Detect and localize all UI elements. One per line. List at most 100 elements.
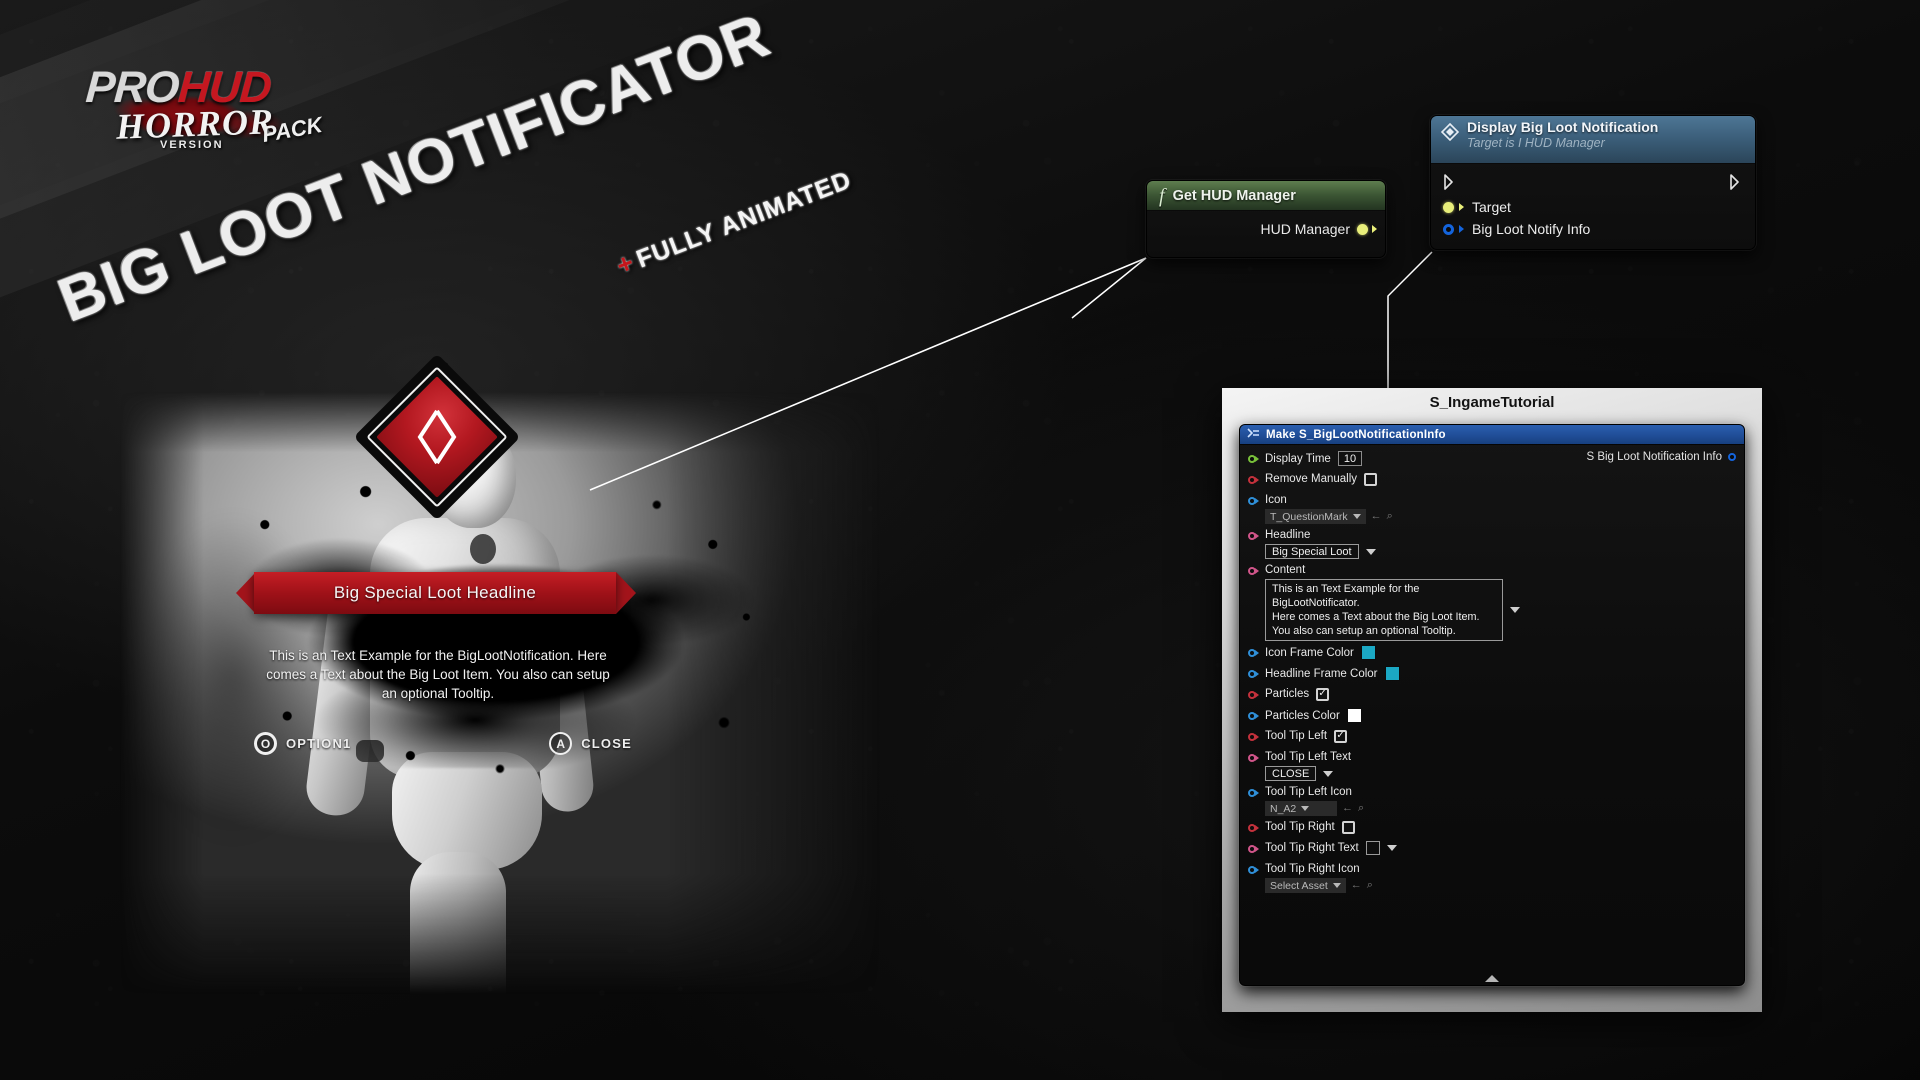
input-content[interactable]: This is an Text Example for the BigLootN… [1265, 579, 1503, 641]
struct-row-label-icon: Icon [1265, 494, 1287, 506]
tooltip-right[interactable]: A CLOSE [549, 732, 632, 755]
checkbox-tool-tip-left[interactable]: ✓ [1334, 729, 1348, 743]
input-pin-tool-tip-left-icon-icon[interactable] [1248, 789, 1259, 797]
asset-picker-tool-tip-left-icon: N_A2 ← ⌕ [1265, 801, 1364, 816]
asset-combo-tool-tip-left-icon[interactable]: N_A2 [1265, 801, 1337, 816]
input-pin-display-time-icon[interactable] [1248, 455, 1259, 463]
struct-row-body: Tool Tip Right [1265, 820, 1355, 834]
struct-row-body: Display Time 10 [1265, 451, 1363, 466]
asset-combo-value: N_A2 [1270, 802, 1297, 815]
output-pin-object-icon[interactable] [1357, 223, 1368, 235]
node-get-hud-manager-output-label: HUD Manager [1260, 221, 1350, 237]
struct-row-tool-tip-left-icon: Tool Tip Left Icon N_A2 ← ⌕ [1240, 783, 1744, 818]
input-pin-tool-tip-right-icon[interactable] [1248, 824, 1259, 832]
browse-asset-icon[interactable]: ⌕ [1387, 511, 1393, 522]
browse-asset-icon[interactable]: ⌕ [1358, 803, 1364, 814]
struct-row-body: Particles ✓ [1265, 687, 1330, 701]
input-pin-tool-tip-left-text-icon[interactable] [1248, 754, 1259, 762]
input-pin-content-icon[interactable] [1248, 567, 1259, 575]
loot-glyph-icon [378, 378, 496, 496]
node-make-struct[interactable]: Make S_BigLootNotificationInfo S Big Loo… [1239, 424, 1745, 986]
input-pin-struct-arrow-icon [1459, 225, 1464, 233]
field-group-tool-tip-right-text [1365, 841, 1397, 855]
input-pin-object-icon[interactable] [1443, 201, 1454, 213]
logo-version-text: VERSION [160, 139, 224, 151]
struct-row-inline: Tool Tip Right [1265, 820, 1355, 834]
loot-headline-bar: Big Special Loot Headline [254, 572, 616, 614]
struct-row-label-display-time: Display Time [1265, 452, 1331, 465]
input-pin-particles-icon[interactable] [1248, 691, 1259, 699]
input-tool-tip-left-text[interactable]: CLOSE [1265, 766, 1317, 781]
struct-row-headline: Headline Big Special Loot [1240, 526, 1744, 561]
struct-row-body: Tool Tip Left ✓ [1265, 729, 1348, 743]
struct-row-display-time: Display Time 10 [1240, 449, 1744, 470]
tooltip-right-key-icon: A [549, 732, 573, 755]
input-pin-tool-tip-left-icon[interactable] [1248, 733, 1259, 741]
input-pin-tool-tip-right-icon-icon[interactable] [1248, 866, 1259, 874]
struct-row-icon: Icon T_QuestionMark ← ⌕ [1240, 491, 1744, 526]
struct-row-body: Icon Frame Color [1265, 645, 1376, 660]
struct-row-body: Content This is an Text Example for the B… [1265, 563, 1520, 641]
browse-asset-icon[interactable]: ⌕ [1367, 880, 1373, 891]
input-pin-arrow-icon [1459, 203, 1464, 211]
input-headline[interactable]: Big Special Loot [1265, 544, 1359, 559]
struct-row-content: Content This is an Text Example for the B… [1240, 561, 1744, 643]
collapse-node-button[interactable] [1240, 975, 1744, 982]
checkbox-tool-tip-right[interactable] [1341, 820, 1355, 834]
struct-row-inline: Tool Tip Right Text [1265, 841, 1397, 855]
struct-row-label-headline-frame-color: Headline Frame Color [1265, 667, 1378, 680]
checkbox-particles[interactable]: ✓ [1316, 687, 1330, 701]
struct-row-headline-frame-color: Headline Frame Color [1240, 664, 1744, 685]
struct-row-remove-manually: Remove Manually [1240, 470, 1744, 491]
node-display-pin-target[interactable]: Target [1431, 196, 1755, 218]
struct-row-particles-color: Particles Color [1240, 706, 1744, 727]
input-pin-struct-icon[interactable] [1443, 223, 1454, 235]
asset-combo-icon[interactable]: T_QuestionMark [1265, 509, 1366, 524]
input-tool-tip-right-text[interactable] [1365, 841, 1380, 855]
input-pin-icon-frame-color-icon[interactable] [1248, 649, 1259, 657]
exec-pin-in-icon[interactable] [1443, 174, 1457, 190]
node-display-big-loot-notification[interactable]: Display Big Loot Notification Target is … [1430, 115, 1756, 250]
asset-combo-tool-tip-right-icon[interactable]: Select Asset [1265, 878, 1346, 893]
color-swatch-headline-frame-color[interactable] [1384, 666, 1400, 681]
use-selected-asset-icon[interactable]: ← [1342, 803, 1353, 814]
node-get-hud-manager-output-row[interactable]: HUD Manager [1147, 211, 1385, 237]
node-display-pin-info[interactable]: Big Loot Notify Info [1431, 218, 1755, 240]
pin-arrow-icon [1255, 692, 1259, 698]
loot-body-text: This is an Text Example for the BigLootN… [266, 648, 610, 701]
chevron-down-icon[interactable] [1323, 770, 1334, 777]
chevron-down-icon[interactable] [1510, 607, 1520, 613]
input-pin-particles-color-icon[interactable] [1248, 712, 1259, 720]
input-pin-tool-tip-right-text-icon[interactable] [1248, 845, 1259, 853]
textarea-line: Here comes a Text about the Big Loot Ite… [1272, 611, 1480, 623]
exec-pin-out-icon[interactable] [1729, 174, 1743, 190]
color-swatch-icon-frame-color[interactable] [1360, 645, 1376, 660]
node-get-hud-manager-header: f Get HUD Manager [1147, 181, 1385, 211]
node-get-hud-manager[interactable]: f Get HUD Manager HUD Manager [1146, 180, 1386, 258]
node-display-exec-row [1431, 170, 1755, 196]
mannequin-leg [410, 852, 506, 994]
struct-row-tool-tip-right-text: Tool Tip Right Text [1240, 839, 1744, 860]
struct-row-label-content: Content [1265, 564, 1306, 576]
pin-arrow-icon [1255, 790, 1259, 796]
input-display-time[interactable]: 10 [1337, 451, 1363, 466]
input-pin-icon-icon[interactable] [1248, 497, 1259, 505]
input-pin-headline-frame-color-icon[interactable] [1248, 670, 1259, 678]
input-pin-remove-manually-icon[interactable] [1248, 476, 1259, 484]
chevron-down-icon[interactable] [1386, 845, 1397, 851]
tooltip-left[interactable]: O OPTION1 [254, 732, 351, 755]
struct-row-icon-frame-color: Icon Frame Color [1240, 643, 1744, 664]
use-selected-asset-icon[interactable]: ← [1371, 511, 1382, 522]
checkbox-remove-manually[interactable] [1364, 472, 1378, 486]
chevron-down-icon [1352, 514, 1361, 519]
use-selected-asset-icon[interactable]: ← [1351, 880, 1362, 891]
chevron-down-icon[interactable] [1365, 548, 1376, 555]
pin-arrow-icon [1255, 713, 1259, 719]
input-pin-headline-icon[interactable] [1248, 532, 1259, 540]
struct-row-label-particles: Particles [1265, 688, 1310, 700]
asset-picker-icon: T_QuestionMark ← ⌕ [1265, 509, 1393, 524]
pin-arrow-icon [1255, 456, 1259, 462]
color-swatch-particles-color[interactable] [1346, 708, 1362, 723]
struct-row-body: Tool Tip Left Text CLOSE [1265, 750, 1351, 781]
screenshot-stage: PROHUD HORROR VERSION PACK BIG LOOT NOTI… [0, 0, 1920, 1080]
